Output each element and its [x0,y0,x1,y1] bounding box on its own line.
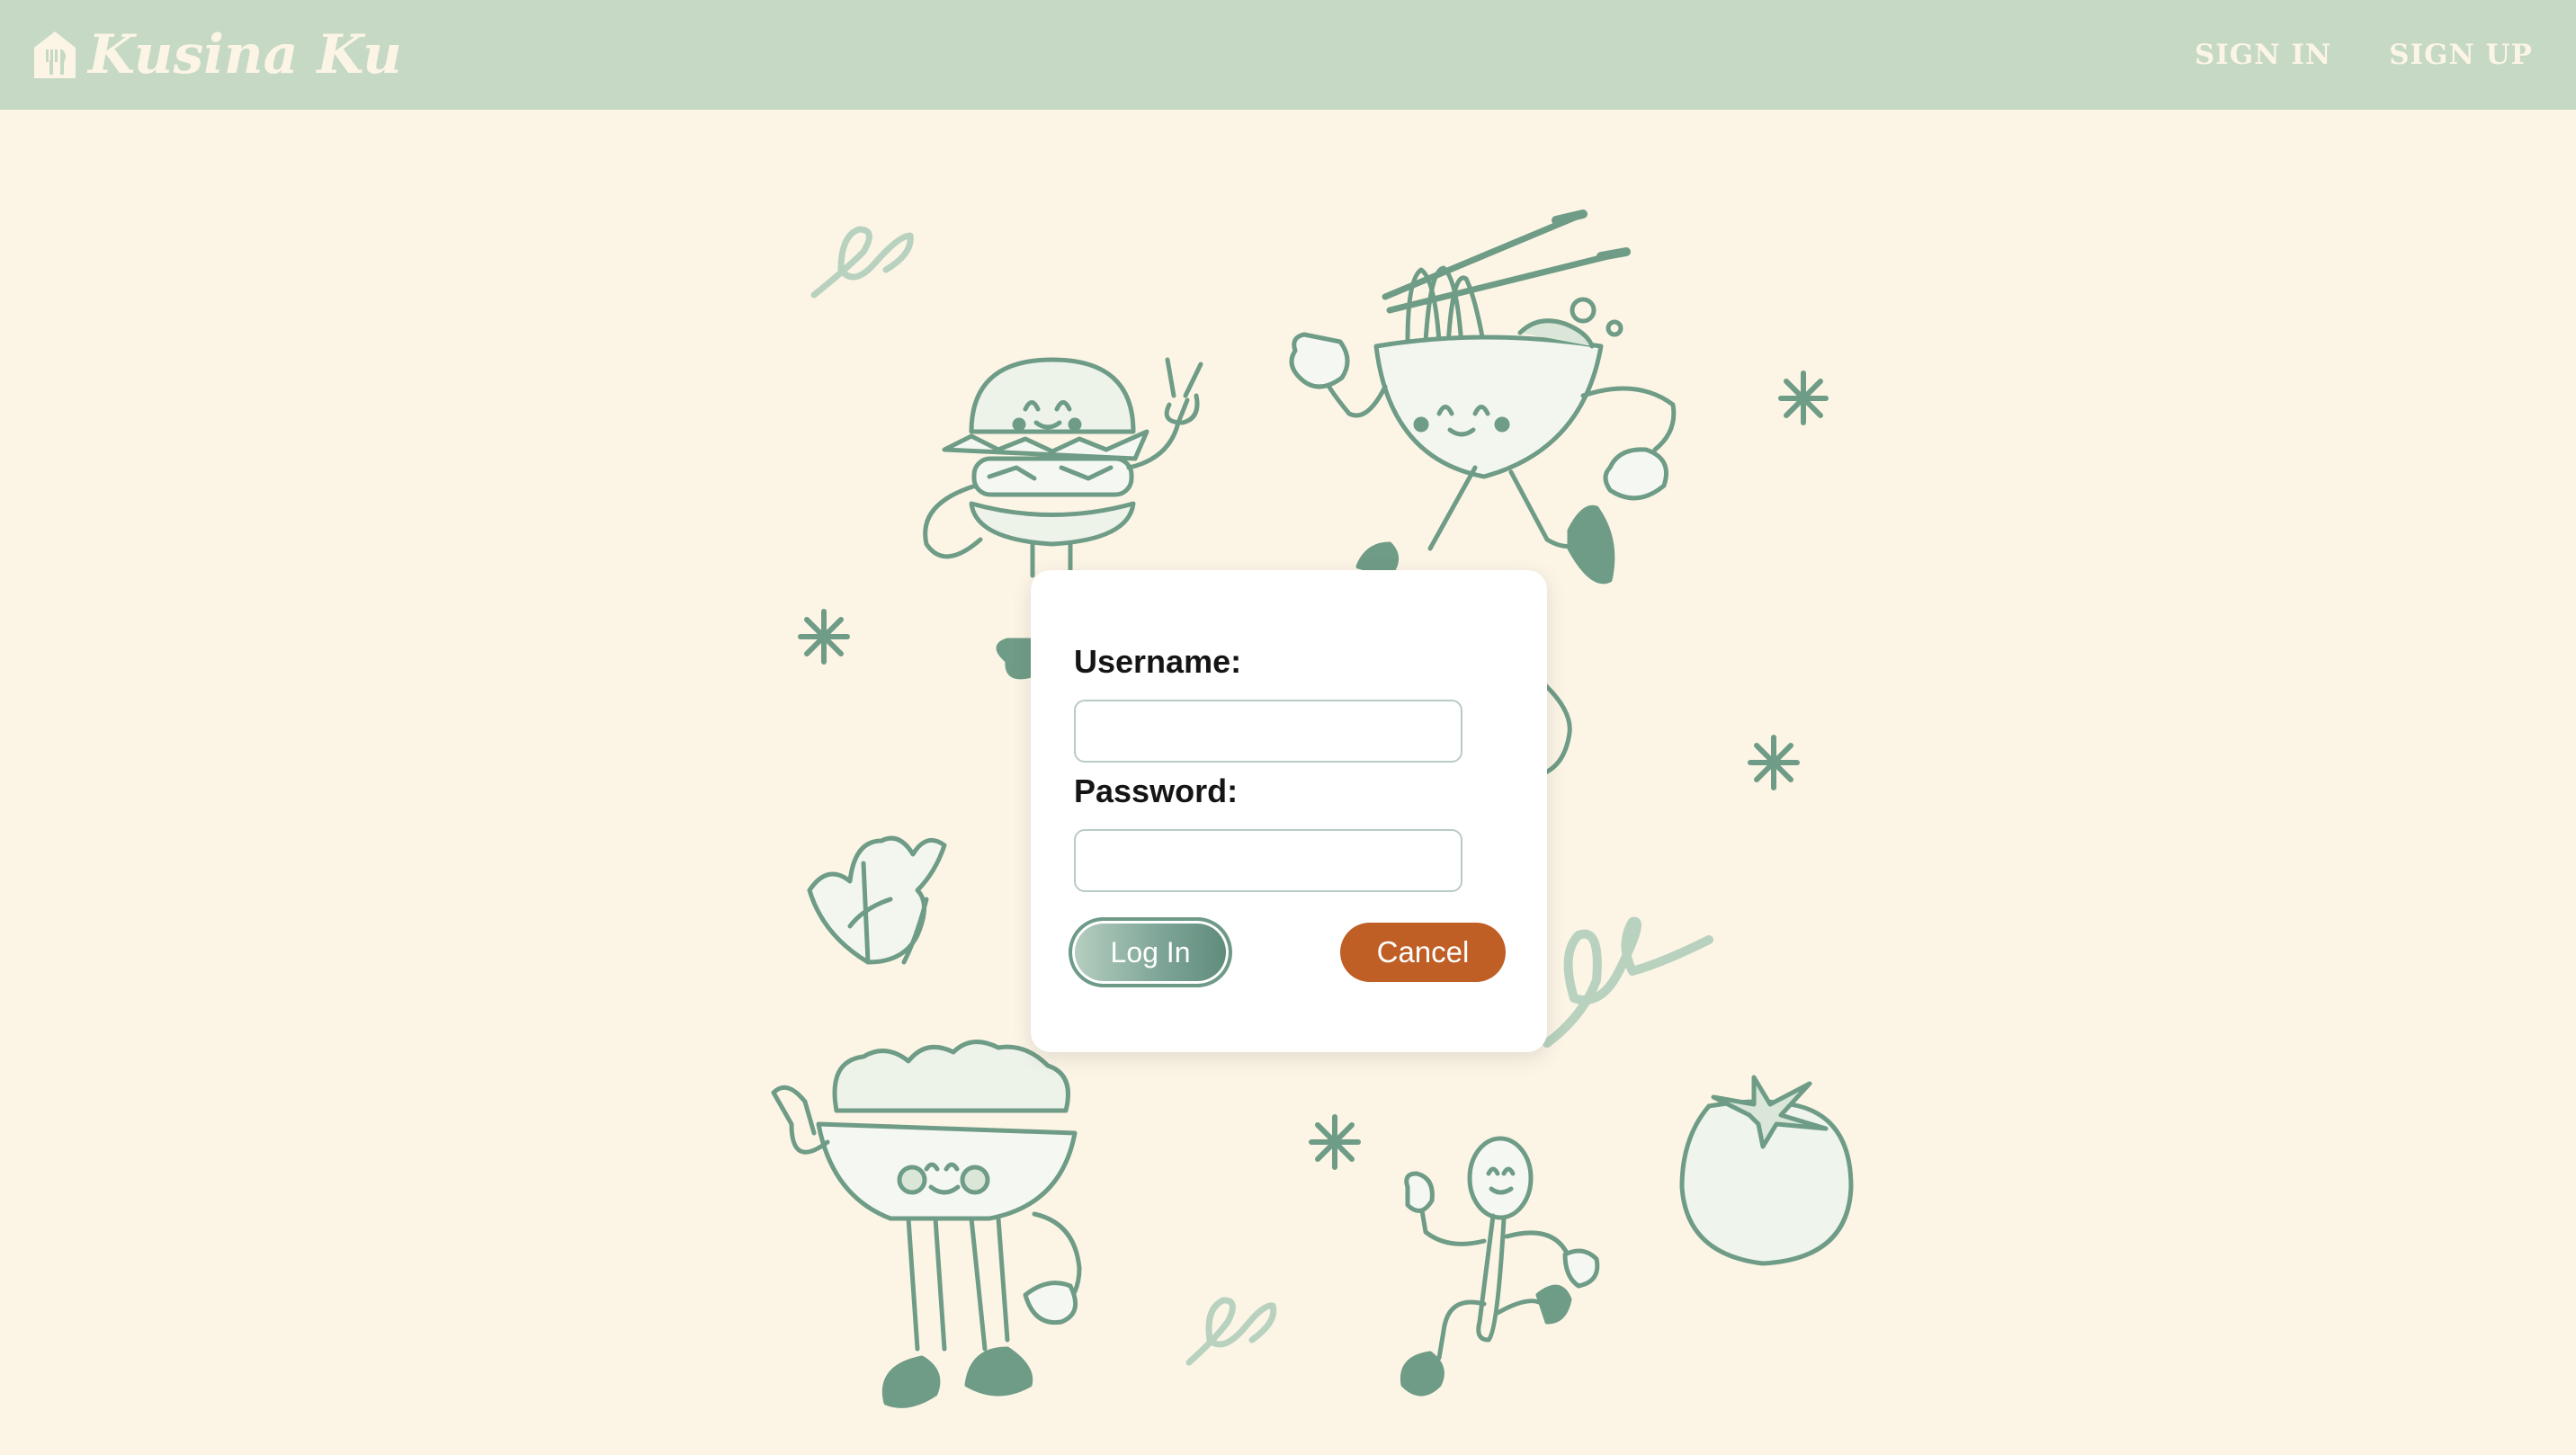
sparkle-icon [1309,1114,1361,1170]
password-field[interactable] [1074,829,1462,892]
squiggle-icon [1185,1297,1277,1366]
username-label: Username: [1074,643,1242,680]
sparkle-icon [1778,370,1829,425]
password-label: Password: [1074,772,1239,809]
tomato-icon [1679,1075,1854,1266]
squiggle-icon [1543,916,1713,1048]
spoon-character-icon [1400,1136,1600,1397]
log-in-button[interactable]: Log In [1069,917,1232,987]
salad-bowl-character-icon [771,1040,1082,1408]
sparkle-icon [798,609,850,665]
sparkle-icon [1748,735,1800,790]
onion-icon [1541,681,1572,776]
username-field[interactable] [1074,700,1462,763]
squiggle-icon [810,226,914,299]
noodle-bowl-character-icon [1289,210,1677,585]
cancel-button[interactable]: Cancel [1340,923,1506,982]
lettuce-icon [807,835,947,965]
login-dialog: Username: Password: Log In Cancel [1031,570,1547,1052]
